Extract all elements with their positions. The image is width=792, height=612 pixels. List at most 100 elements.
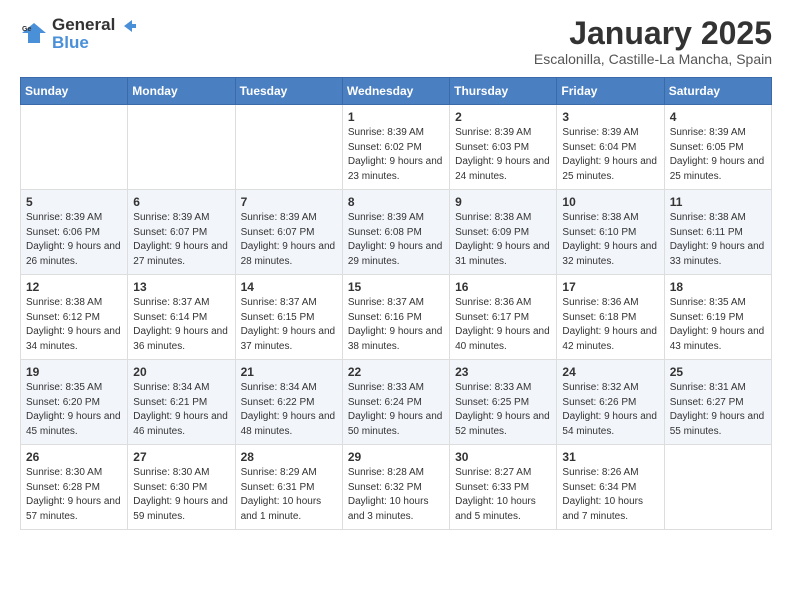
day-number: 20 (133, 365, 229, 379)
calendar-table: SundayMondayTuesdayWednesdayThursdayFrid… (20, 77, 772, 530)
calendar-cell: 23 Sunrise: 8:33 AM Sunset: 6:25 PM Dayli… (450, 360, 557, 445)
day-number: 5 (26, 195, 122, 209)
day-info: Sunrise: 8:39 AM Sunset: 6:03 PM Dayligh… (455, 126, 551, 184)
day-number: 23 (455, 365, 551, 379)
day-info: Sunrise: 8:37 AM Sunset: 6:15 PM Dayligh… (241, 296, 337, 354)
calendar-cell (235, 105, 342, 190)
logo-arrow-icon (122, 18, 138, 34)
day-info: Sunrise: 8:38 AM Sunset: 6:12 PM Dayligh… (26, 296, 122, 354)
day-info: Sunrise: 8:39 AM Sunset: 6:06 PM Dayligh… (26, 211, 122, 269)
day-info: Sunrise: 8:39 AM Sunset: 6:07 PM Dayligh… (133, 211, 229, 269)
calendar-body: 1Sunrise: 8:39 AM Sunset: 6:02 PM Daylig… (21, 105, 772, 530)
calendar-cell: 13 Sunrise: 8:37 AM Sunset: 6:14 PM Dayli… (128, 275, 235, 360)
day-info: Sunrise: 8:29 AM Sunset: 6:31 PM Dayligh… (241, 466, 337, 524)
day-info: Sunrise: 8:27 AM Sunset: 6:33 PM Dayligh… (455, 466, 551, 524)
day-info: Sunrise: 8:35 AM Sunset: 6:20 PM Dayligh… (26, 381, 122, 439)
calendar-header: SundayMondayTuesdayWednesdayThursdayFrid… (21, 78, 772, 105)
month-title: January 2025 (534, 16, 772, 51)
calendar-cell: 9Sunrise: 8:38 AM Sunset: 6:09 PM Daylig… (450, 190, 557, 275)
day-number: 24 (562, 365, 658, 379)
day-info: Sunrise: 8:32 AM Sunset: 6:26 PM Dayligh… (562, 381, 658, 439)
day-info: Sunrise: 8:39 AM Sunset: 6:08 PM Dayligh… (348, 211, 444, 269)
calendar-cell: 25Sunrise: 8:31 AM Sunset: 6:27 PM Dayli… (664, 360, 771, 445)
location: Escalonilla, Castille-La Mancha, Spain (534, 51, 772, 67)
calendar-cell: 20 Sunrise: 8:34 AM Sunset: 6:21 PM Dayli… (128, 360, 235, 445)
day-number: 12 (26, 280, 122, 294)
day-info: Sunrise: 8:30 AM Sunset: 6:30 PM Dayligh… (133, 466, 229, 524)
day-info: Sunrise: 8:39 AM Sunset: 6:04 PM Dayligh… (562, 126, 658, 184)
day-number: 22 (348, 365, 444, 379)
day-number: 30 (455, 450, 551, 464)
day-number: 16 (455, 280, 551, 294)
week-row-1: 1Sunrise: 8:39 AM Sunset: 6:02 PM Daylig… (21, 105, 772, 190)
calendar-cell: 24 Sunrise: 8:32 AM Sunset: 6:26 PM Dayli… (557, 360, 664, 445)
calendar-cell: 17 Sunrise: 8:36 AM Sunset: 6:18 PM Dayli… (557, 275, 664, 360)
day-number: 27 (133, 450, 229, 464)
day-info: Sunrise: 8:39 AM Sunset: 6:07 PM Dayligh… (241, 211, 337, 269)
day-number: 10 (562, 195, 658, 209)
calendar-cell: 26 Sunrise: 8:30 AM Sunset: 6:28 PM Dayli… (21, 445, 128, 530)
calendar-cell: 5 Sunrise: 8:39 AM Sunset: 6:06 PM Daylig… (21, 190, 128, 275)
day-info: Sunrise: 8:37 AM Sunset: 6:14 PM Dayligh… (133, 296, 229, 354)
calendar-cell: 1Sunrise: 8:39 AM Sunset: 6:02 PM Daylig… (342, 105, 449, 190)
weekday-header-thursday: Thursday (450, 78, 557, 105)
header: Ge General Blue January 2025 Escalonilla… (20, 16, 772, 67)
day-info: Sunrise: 8:33 AM Sunset: 6:25 PM Dayligh… (455, 381, 551, 439)
day-number: 18 (670, 280, 766, 294)
calendar-cell (664, 445, 771, 530)
day-number: 6 (133, 195, 229, 209)
day-number: 13 (133, 280, 229, 294)
day-info: Sunrise: 8:28 AM Sunset: 6:32 PM Dayligh… (348, 466, 444, 524)
calendar-cell: 14Sunrise: 8:37 AM Sunset: 6:15 PM Dayli… (235, 275, 342, 360)
day-info: Sunrise: 8:38 AM Sunset: 6:09 PM Dayligh… (455, 211, 551, 269)
day-info: Sunrise: 8:34 AM Sunset: 6:22 PM Dayligh… (241, 381, 337, 439)
calendar-cell: 7Sunrise: 8:39 AM Sunset: 6:07 PM Daylig… (235, 190, 342, 275)
calendar-cell: 21 Sunrise: 8:34 AM Sunset: 6:22 PM Dayli… (235, 360, 342, 445)
logo-text: General Blue (52, 16, 138, 51)
day-number: 25 (670, 365, 766, 379)
calendar-cell: 16Sunrise: 8:36 AM Sunset: 6:17 PM Dayli… (450, 275, 557, 360)
day-number: 11 (670, 195, 766, 209)
day-number: 26 (26, 450, 122, 464)
calendar-cell: 11 Sunrise: 8:38 AM Sunset: 6:11 PM Dayli… (664, 190, 771, 275)
svg-text:Ge: Ge (22, 26, 31, 33)
calendar-cell: 8Sunrise: 8:39 AM Sunset: 6:08 PM Daylig… (342, 190, 449, 275)
calendar-cell: 2Sunrise: 8:39 AM Sunset: 6:03 PM Daylig… (450, 105, 557, 190)
weekday-header-friday: Friday (557, 78, 664, 105)
day-number: 21 (241, 365, 337, 379)
calendar-cell: 3Sunrise: 8:39 AM Sunset: 6:04 PM Daylig… (557, 105, 664, 190)
logo-blue: Blue (52, 34, 138, 51)
day-info: Sunrise: 8:26 AM Sunset: 6:34 PM Dayligh… (562, 466, 658, 524)
day-info: Sunrise: 8:35 AM Sunset: 6:19 PM Dayligh… (670, 296, 766, 354)
calendar-cell: 4Sunrise: 8:39 AM Sunset: 6:05 PM Daylig… (664, 105, 771, 190)
day-info: Sunrise: 8:37 AM Sunset: 6:16 PM Dayligh… (348, 296, 444, 354)
calendar-cell (21, 105, 128, 190)
calendar-cell: 18 Sunrise: 8:35 AM Sunset: 6:19 PM Dayli… (664, 275, 771, 360)
day-number: 29 (348, 450, 444, 464)
calendar-cell: 22 Sunrise: 8:33 AM Sunset: 6:24 PM Dayli… (342, 360, 449, 445)
day-number: 28 (241, 450, 337, 464)
calendar-cell: 31Sunrise: 8:26 AM Sunset: 6:34 PM Dayli… (557, 445, 664, 530)
day-info: Sunrise: 8:39 AM Sunset: 6:05 PM Dayligh… (670, 126, 766, 184)
calendar-cell: 19Sunrise: 8:35 AM Sunset: 6:20 PM Dayli… (21, 360, 128, 445)
day-info: Sunrise: 8:30 AM Sunset: 6:28 PM Dayligh… (26, 466, 122, 524)
day-info: Sunrise: 8:36 AM Sunset: 6:18 PM Dayligh… (562, 296, 658, 354)
calendar-cell: 10 Sunrise: 8:38 AM Sunset: 6:10 PM Dayli… (557, 190, 664, 275)
weekday-header-saturday: Saturday (664, 78, 771, 105)
day-info: Sunrise: 8:38 AM Sunset: 6:11 PM Dayligh… (670, 211, 766, 269)
day-number: 17 (562, 280, 658, 294)
day-info: Sunrise: 8:33 AM Sunset: 6:24 PM Dayligh… (348, 381, 444, 439)
day-number: 15 (348, 280, 444, 294)
weekday-header-monday: Monday (128, 78, 235, 105)
week-row-2: 5 Sunrise: 8:39 AM Sunset: 6:06 PM Daylig… (21, 190, 772, 275)
day-info: Sunrise: 8:38 AM Sunset: 6:10 PM Dayligh… (562, 211, 658, 269)
day-info: Sunrise: 8:34 AM Sunset: 6:21 PM Dayligh… (133, 381, 229, 439)
week-row-3: 12 Sunrise: 8:38 AM Sunset: 6:12 PM Dayli… (21, 275, 772, 360)
calendar-cell: 28 Sunrise: 8:29 AM Sunset: 6:31 PM Dayli… (235, 445, 342, 530)
calendar-cell: 29 Sunrise: 8:28 AM Sunset: 6:32 PM Dayli… (342, 445, 449, 530)
title-block: January 2025 Escalonilla, Castille-La Ma… (534, 16, 772, 67)
calendar-cell: 30 Sunrise: 8:27 AM Sunset: 6:33 PM Dayli… (450, 445, 557, 530)
week-row-4: 19Sunrise: 8:35 AM Sunset: 6:20 PM Dayli… (21, 360, 772, 445)
week-row-5: 26 Sunrise: 8:30 AM Sunset: 6:28 PM Dayli… (21, 445, 772, 530)
calendar-cell: 15 Sunrise: 8:37 AM Sunset: 6:16 PM Dayli… (342, 275, 449, 360)
